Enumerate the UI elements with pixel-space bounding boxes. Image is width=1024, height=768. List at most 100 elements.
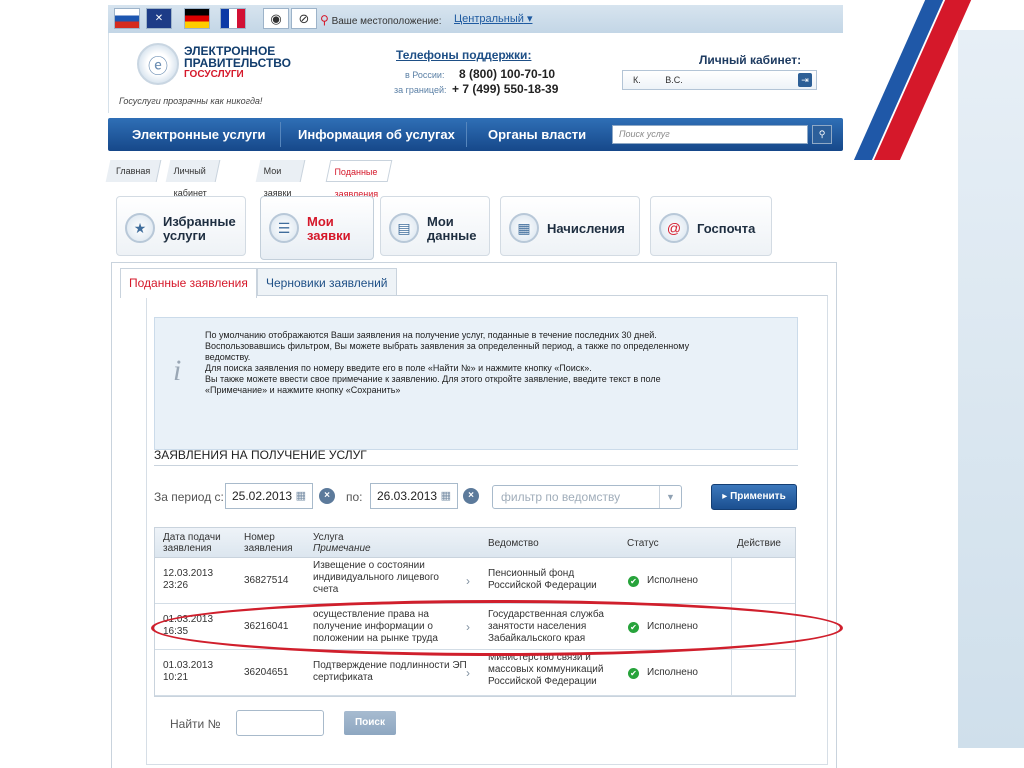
info-box: i По умолчанию отображаются Ваши заявлен… <box>154 317 798 450</box>
row-number: 36204651 <box>244 667 289 678</box>
chevron-down-icon[interactable]: ▼ <box>659 486 681 508</box>
nav-separator <box>466 122 467 147</box>
flag-ru-button[interactable] <box>114 8 140 29</box>
row-service[interactable]: Извещение о состоянии индивидуального лиц… <box>313 560 439 596</box>
subtab-submitted[interactable]: Поданные заявления <box>120 268 257 298</box>
cabinet-user-box[interactable]: К. В.С. ⇥ <box>622 70 817 90</box>
find-number-label: Найти № <box>170 717 221 731</box>
list-icon: ☰ <box>269 213 299 243</box>
accessibility-eye-icon[interactable]: ◉ <box>263 8 289 29</box>
row-number: 36827514 <box>244 575 289 586</box>
date-from-value: 25.02.2013 <box>232 489 293 503</box>
chevron-right-icon[interactable]: › <box>466 666 470 680</box>
table-row[interactable]: 12.03.2013 23:26 36827514 Извещение о сос… <box>155 558 795 604</box>
nav-authorities[interactable]: Органы власти <box>488 127 586 142</box>
row-agency-line: массовых коммуникаций <box>488 664 604 675</box>
tab-favorites[interactable]: ★ Избранные услуги <box>116 196 246 256</box>
table-header: Дата подачи заявления Номер заявления Услу… <box>155 528 795 558</box>
date-to-value: 26.03.2013 <box>377 489 438 503</box>
nav-electronic-services[interactable]: Электронные услуги <box>132 127 266 142</box>
col-separator <box>731 650 732 695</box>
tab-my-data-label-2: данные <box>427 228 477 243</box>
breadcrumb-home[interactable]: Главная <box>105 160 162 182</box>
row-service[interactable]: Подтверждение подлинности ЭП сертификата <box>313 660 467 684</box>
info-text: По умолчанию отображаются Ваши заявления… <box>205 330 785 396</box>
tab-my-data[interactable]: ▤ Мои данные <box>380 196 490 256</box>
search-icon[interactable]: ⚲ <box>812 125 832 144</box>
th-service: Услуга Примечание <box>313 532 371 554</box>
find-search-button[interactable]: Поиск <box>344 711 396 735</box>
chevron-right-icon[interactable]: › <box>466 574 470 588</box>
right-decoration <box>829 0 1024 768</box>
row-time-value: 10:21 <box>163 672 189 683</box>
tab-my-requests-label-1: Мои <box>307 214 334 229</box>
tab-my-requests[interactable]: ☰ Мои заявки <box>260 196 374 260</box>
compass-icon[interactable]: ⊘ <box>291 8 317 29</box>
header: ⓔ ЭЛЕКТРОННОЕ ПРАВИТЕЛЬСТВО ГОСУСЛУГИ Го… <box>108 33 843 113</box>
tab-charges[interactable]: ▦ Начисления <box>500 196 640 256</box>
breadcrumb-my-requests[interactable]: Мои заявки <box>255 160 306 198</box>
find-number-input[interactable] <box>236 710 324 736</box>
tab-gosmail[interactable]: @ Госпочта <box>650 196 772 256</box>
search-input[interactable]: Поиск услуг <box>612 125 808 144</box>
period-from-label: За период с: <box>154 490 224 504</box>
calendar-icon[interactable]: ▦ <box>296 489 306 502</box>
th-service-line2: Примечание <box>313 543 371 554</box>
gosuslugi-logo-icon[interactable]: ⓔ <box>137 43 179 85</box>
row-status: Исполнено <box>647 575 698 586</box>
location-label: ⚲ Ваше местоположение: <box>320 13 442 27</box>
date-to-input[interactable]: 26.03.2013 ▦ <box>370 483 458 509</box>
row-service-line: индивидуального лицевого <box>313 572 439 583</box>
breadcrumb-submitted: Поданные заявления <box>325 160 393 199</box>
period-to-label: по: <box>346 490 363 504</box>
logo-line-2: ПРАВИТЕЛЬСТВО <box>184 56 292 70</box>
subtab-drafts[interactable]: Черновики заявлений <box>257 268 397 296</box>
th-number-line2: заявления <box>244 543 293 554</box>
right-background-panel <box>958 30 1024 748</box>
support-russia-number: 8 (800) 100-70-10 <box>459 67 556 81</box>
th-status: Статус <box>627 538 659 549</box>
nav-separator <box>280 122 281 147</box>
apply-label: Применить <box>730 491 786 502</box>
flag-fr-button[interactable] <box>220 8 246 29</box>
date-from-input[interactable]: 25.02.2013 ▦ <box>225 483 313 509</box>
info-line: Вы также можете ввести свое примечание к… <box>205 374 661 384</box>
support-phones-link[interactable]: Телефоны поддержки: <box>396 48 531 62</box>
cabinet-title: Личный кабинет: <box>699 53 802 67</box>
info-line: По умолчанию отображаются Ваши заявления… <box>205 330 657 340</box>
apply-button[interactable]: ▸ Применить <box>711 484 797 510</box>
clear-date-from-icon[interactable]: × <box>319 488 335 504</box>
row-date-value: 01.03.2013 <box>163 660 214 671</box>
row-date-value: 12.03.2013 <box>163 568 214 579</box>
id-card-icon: ▤ <box>389 213 419 243</box>
row-time-value: 23:26 <box>163 580 189 591</box>
mail-at-icon: @ <box>659 213 689 243</box>
agency-filter-select[interactable]: фильтр по ведомству ▼ <box>492 485 682 509</box>
status-ok-icon: ✔ <box>628 576 639 587</box>
logout-icon[interactable]: ⇥ <box>798 73 812 87</box>
breadcrumb-cabinet[interactable]: Личный кабинет <box>165 160 221 198</box>
clear-date-to-icon[interactable]: × <box>463 488 479 504</box>
location-pin-icon: ⚲ <box>320 13 329 27</box>
agency-filter-placeholder: фильтр по ведомству <box>501 490 621 504</box>
tab-charges-label: Начисления <box>547 221 625 236</box>
flag-de-button[interactable] <box>184 8 210 29</box>
tab-my-requests-label-2: заявки <box>307 228 351 243</box>
location-select[interactable]: Центральный ▾ <box>454 12 532 25</box>
th-date-line1: Дата подачи <box>163 532 221 543</box>
nav-service-info[interactable]: Информация об услугах <box>298 127 455 142</box>
calendar-icon[interactable]: ▦ <box>441 489 451 502</box>
location-value: Центральный <box>454 13 524 25</box>
table-row[interactable]: 01.03.2013 10:21 36204651 Подтверждение п… <box>155 650 795 696</box>
row-agency-line: Пенсионный фонд <box>488 568 575 579</box>
row-status: Исполнено <box>647 667 698 678</box>
logo-line-3: ГОСУСЛУГИ <box>184 69 244 80</box>
highlight-ellipse <box>151 600 843 656</box>
row-date: 12.03.2013 23:26 <box>163 568 213 592</box>
support-abroad-label: за границей: <box>394 85 447 95</box>
star-icon: ★ <box>125 213 155 243</box>
th-number: Номер заявления <box>244 532 293 554</box>
flag-uk-button[interactable]: ✕ <box>146 8 172 29</box>
tab-gosmail-label: Госпочта <box>697 221 756 236</box>
row-agency-line: Российской Федерации <box>488 580 597 591</box>
